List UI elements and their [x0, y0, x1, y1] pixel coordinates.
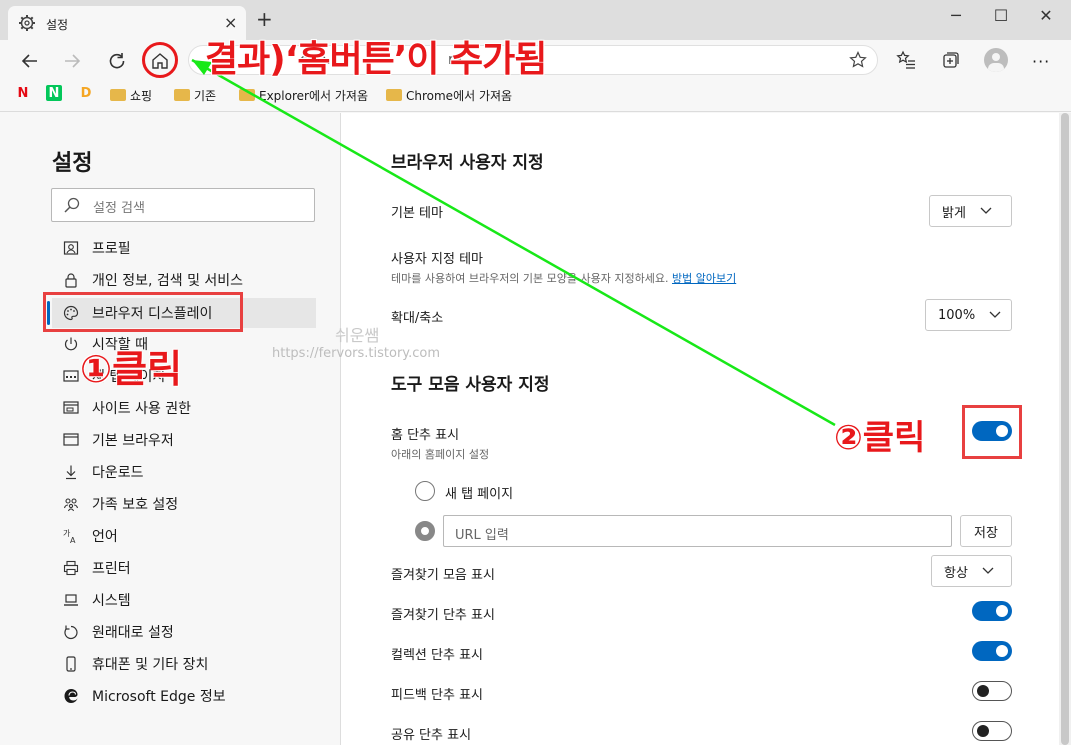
annotation-click2: ②클릭	[834, 418, 926, 458]
annotation-result: 결과)‘홈버튼’이 추가됨	[205, 39, 547, 80]
annotation-click1: ①클릭	[80, 347, 183, 391]
